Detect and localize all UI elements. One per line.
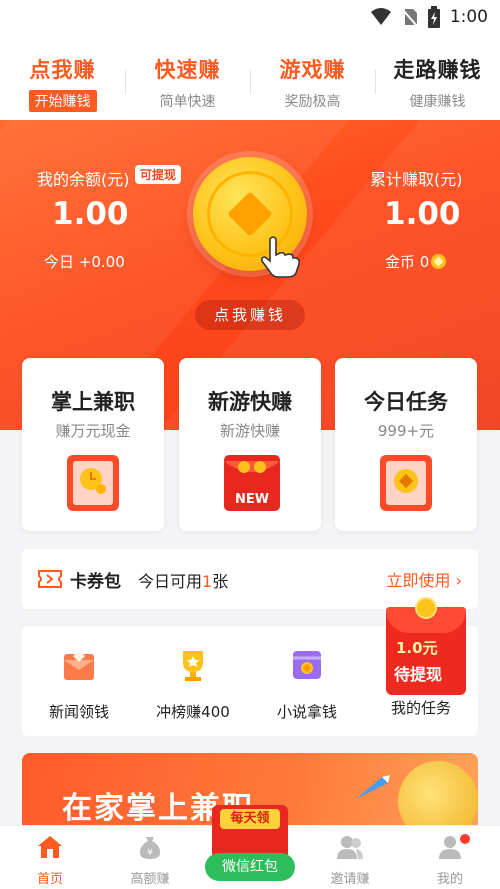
coupon-available: 今日可用1张 [138, 568, 228, 592]
nav-high-earn[interactable]: ¥ 高额赚 [100, 826, 200, 889]
coin-icon [415, 597, 437, 619]
coupon-title: 卡券包 [70, 572, 121, 592]
nav-label: 我的 [436, 872, 463, 887]
coupon-prefix: 今日可用 [138, 572, 203, 591]
chevron-right-icon: › [455, 571, 462, 590]
wifi-icon [370, 8, 391, 25]
wechat-redpacket-button[interactable]: 微信红包 [205, 853, 295, 881]
tab-subtitle: 简单快速 [159, 94, 216, 110]
redpacket-label: 待提现 [394, 665, 443, 684]
balance-value: 1.00 [52, 196, 129, 232]
total-earned-value: 1.00 [384, 196, 461, 232]
card-part-time[interactable]: 掌上兼职 赚万元现金 [22, 358, 164, 531]
nav-invite[interactable]: 邀请赚 [300, 826, 400, 889]
gold-coins-label: 金币 0 [385, 253, 430, 271]
nav-label: 高额赚 [130, 872, 170, 887]
withdrawable-badge: 可提现 [135, 165, 182, 184]
ticket-icon [38, 570, 62, 588]
card-title: 今日任务 [364, 390, 448, 414]
card-title: 掌上兼职 [51, 390, 135, 414]
daily-ribbon: 每天领 [220, 809, 280, 829]
card-subtitle: 赚万元现金 [55, 422, 131, 440]
tab-walk-earn[interactable]: 走路赚钱 健康赚钱 [375, 40, 500, 120]
home-icon [38, 836, 62, 858]
svg-text:¥: ¥ [147, 848, 153, 858]
book-icon [293, 651, 321, 679]
func-label: 冲榜赚400 [156, 703, 230, 721]
card-daily-tasks[interactable]: 今日任务 999+元 [335, 358, 477, 531]
tab-game-earn[interactable]: 游戏赚 奖励极高 [250, 40, 375, 120]
func-label: 小说拿钱 [276, 703, 337, 721]
card-new-game[interactable]: 新游快赚 新游快赚 NEW [179, 358, 321, 531]
card-subtitle: 999+元 [377, 422, 435, 440]
use-now-label: 立即使用 [386, 571, 451, 590]
func-label: 我的任务 [390, 699, 451, 717]
pending-withdraw-redpacket[interactable]: 1.0元 待提现 [386, 597, 466, 697]
tablet-coin-icon [380, 455, 432, 511]
func-news[interactable]: 新闻领钱 [22, 626, 136, 736]
status-bar: 1:00 [0, 0, 500, 40]
func-novel[interactable]: 小说拿钱 [250, 626, 364, 736]
gold-coins: 金币 0 [385, 251, 447, 272]
coupon-suffix: 张 [212, 572, 229, 591]
trophy-icon [183, 651, 203, 681]
tap-earn-button[interactable]: 点我赚钱 [195, 300, 305, 330]
nav-label: 首页 [36, 872, 63, 887]
pointer-hand-icon [261, 236, 300, 278]
tab-title: 游戏赚 [279, 58, 346, 82]
use-now-link[interactable]: 立即使用 › [386, 567, 462, 591]
new-game-envelope-icon: NEW [224, 455, 280, 511]
clock: 1:00 [449, 7, 488, 27]
coupon-count: 1 [202, 572, 213, 591]
battery-icon [427, 6, 440, 28]
tablet-clock-icon [67, 455, 119, 511]
balance-label: 我的余额(元) [37, 170, 130, 189]
nav-home[interactable]: 首页 [0, 826, 100, 889]
money-bag-icon: ¥ [139, 837, 161, 859]
nav-label: 邀请赚 [330, 872, 370, 887]
coin-stack-decoration [398, 761, 478, 833]
gold-coin-icon [431, 254, 447, 269]
card-title: 新游快赚 [208, 390, 292, 414]
redpacket-amount: 1.0元 [396, 639, 438, 657]
func-label: 新闻领钱 [48, 703, 109, 721]
users-icon [337, 836, 363, 859]
news-envelope-icon [64, 653, 94, 680]
nav-mine[interactable]: 我的 [400, 826, 500, 889]
func-ranking[interactable]: 冲榜赚400 [136, 626, 250, 736]
tab-title: 走路赚钱 [393, 58, 482, 82]
no-sim-icon [402, 9, 418, 27]
rocket-icon [356, 775, 390, 799]
total-earned-label: 累计赚取(元) [370, 170, 463, 189]
top-tabs: 点我赚 开始赚钱 快速赚 简单快速 游戏赚 奖励极高 走路赚钱 健康赚钱 [0, 40, 500, 120]
tab-title: 快速赚 [154, 58, 221, 82]
wechat-redpacket-float[interactable]: 每天领 微信红包 [202, 805, 298, 883]
today-earnings: 今日 +0.00 [44, 253, 125, 271]
tab-tap-earn[interactable]: 点我赚 开始赚钱 [0, 40, 125, 120]
card-subtitle: 新游快赚 [219, 422, 280, 440]
tab-subtitle: 健康赚钱 [409, 94, 466, 110]
tab-quick-earn[interactable]: 快速赚 简单快速 [125, 40, 250, 120]
new-badge: NEW [235, 492, 269, 507]
tab-subtitle: 开始赚钱 [28, 90, 97, 112]
tab-subtitle: 奖励极高 [284, 94, 341, 110]
tab-title: 点我赚 [29, 58, 96, 82]
notification-dot [460, 834, 470, 844]
